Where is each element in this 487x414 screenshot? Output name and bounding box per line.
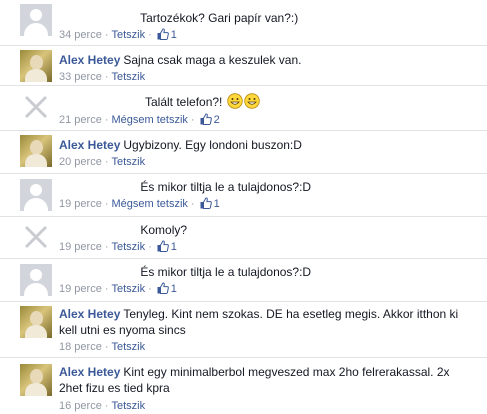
comment: És mikor tiltja le a tulajdonos?:D 19 pe… xyxy=(0,258,487,301)
comment: Talált telefon?! 21 perce · Mégsem tetszik… xyxy=(0,85,487,130)
comment: Alex Hetey Tenyleg. Kint nem szokas. DE h… xyxy=(0,301,487,357)
comment-timestamp[interactable]: 18 perce xyxy=(59,341,102,353)
avatar[interactable] xyxy=(20,306,52,338)
avatar[interactable] xyxy=(20,364,52,396)
comment-thread: Tartozékok? Gari papír van?:) 34 perce · T… xyxy=(0,0,487,414)
like-link[interactable]: Tetszik xyxy=(111,400,145,412)
avatar[interactable] xyxy=(20,135,52,167)
comment-text: És mikor tiltja le a tulajdonos?:D xyxy=(140,180,312,194)
comment: És mikor tiltja le a tulajdonos?:D 19 pe… xyxy=(0,173,487,216)
comment-author[interactable]: Alex Hetey xyxy=(59,307,120,321)
like-link[interactable]: Mégsem tetszik xyxy=(111,198,187,210)
comment-text: Talált telefon?! xyxy=(145,95,223,109)
comment-timestamp[interactable]: 20 perce xyxy=(59,156,102,168)
thumbs-up-icon[interactable] xyxy=(200,113,212,125)
comment: Alex Hetey Ugybizony. Egy londoni buszon:… xyxy=(0,130,487,173)
avatar[interactable] xyxy=(20,50,52,82)
redacted-author-name xyxy=(59,222,137,234)
comment-text: És mikor tiltja le a tulajdonos?:D xyxy=(140,265,312,279)
comment-text: Ugybizony. Egy londoni buszon:D xyxy=(123,138,302,152)
like-link[interactable]: Mégsem tetszik xyxy=(111,114,187,126)
grinning-face-icon xyxy=(227,93,243,109)
like-link[interactable]: Tetszik xyxy=(111,241,145,253)
thumbs-up-icon[interactable] xyxy=(200,197,212,209)
comment-text: Komoly? xyxy=(140,223,188,237)
like-link[interactable]: Tetszik xyxy=(111,283,145,295)
thumbs-up-icon[interactable] xyxy=(157,240,169,252)
grinning-face-icon xyxy=(244,93,260,109)
comment: Komoly? 19 perce · Tetszik · 1 xyxy=(0,216,487,258)
like-link[interactable]: Tetszik xyxy=(111,341,145,353)
default-avatar-icon[interactable] xyxy=(20,264,52,296)
broken-image-icon[interactable] xyxy=(20,91,52,123)
comment-timestamp[interactable]: 16 perce xyxy=(59,400,102,412)
like-count[interactable]: 1 xyxy=(171,283,177,295)
comment: Alex Hetey Kint egy minimalberbol megvesz… xyxy=(0,357,487,414)
comment-timestamp[interactable]: 19 perce xyxy=(59,198,102,210)
comment-author[interactable]: Alex Hetey xyxy=(59,138,120,152)
comment-timestamp[interactable]: 34 perce xyxy=(59,29,102,41)
like-link[interactable]: Tetszik xyxy=(111,29,145,41)
like-count[interactable]: 1 xyxy=(171,241,177,253)
comment-author[interactable]: Alex Hetey xyxy=(59,365,120,379)
redacted-author-name xyxy=(59,94,145,106)
comment-timestamp[interactable]: 33 perce xyxy=(59,71,102,83)
like-link[interactable]: Tetszik xyxy=(111,156,145,168)
redacted-author-name xyxy=(59,264,137,276)
like-count[interactable]: 1 xyxy=(214,198,220,210)
redacted-author-name xyxy=(59,10,137,22)
comment-author[interactable]: Alex Hetey xyxy=(59,53,120,67)
comment-text: Sajna csak maga a keszulek van. xyxy=(123,53,302,67)
like-count[interactable]: 2 xyxy=(214,114,220,126)
comment-text: Tartozékok? Gari papír van?:) xyxy=(140,11,299,25)
comment: Tartozékok? Gari papír van?:) 34 perce · T… xyxy=(0,0,487,45)
comment-timestamp[interactable]: 19 perce xyxy=(59,283,102,295)
like-count[interactable]: 1 xyxy=(171,29,177,41)
comment: Alex Hetey Sajna csak maga a keszulek van… xyxy=(0,45,487,85)
default-avatar-icon[interactable] xyxy=(20,4,52,36)
like-link[interactable]: Tetszik xyxy=(111,71,145,83)
default-avatar-icon[interactable] xyxy=(20,179,52,211)
thumbs-up-icon[interactable] xyxy=(157,282,169,294)
broken-image-icon[interactable] xyxy=(20,221,52,253)
comment-timestamp[interactable]: 19 perce xyxy=(59,241,102,253)
redacted-author-name xyxy=(59,179,137,191)
comment-timestamp[interactable]: 21 perce xyxy=(59,114,102,126)
thumbs-up-icon[interactable] xyxy=(157,28,169,40)
